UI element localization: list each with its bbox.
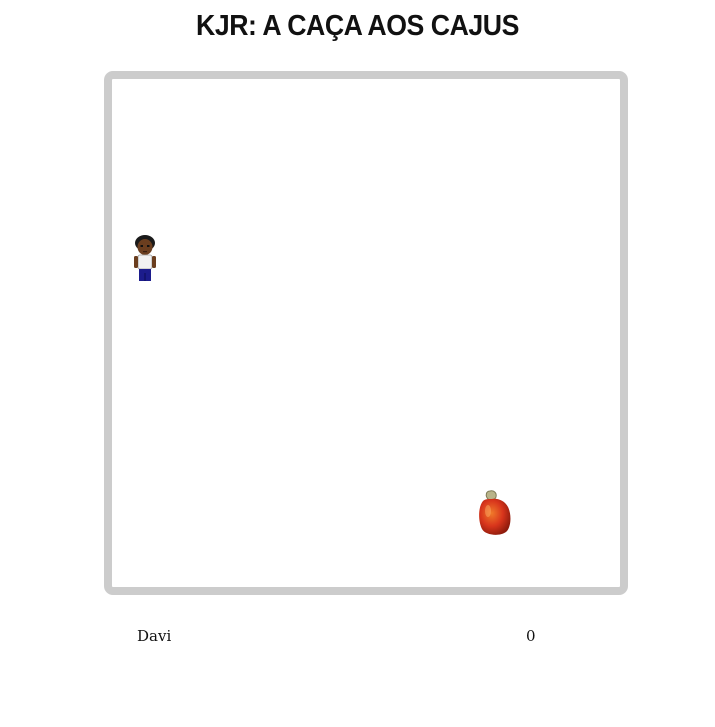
- game-title: KJR: A CAÇA AOS CAJUS: [196, 10, 519, 42]
- player-name: Davi: [137, 627, 172, 645]
- game-board[interactable]: [104, 71, 628, 595]
- game-page: KJR: A CAÇA AOS CAJUS Davi 0: [0, 0, 715, 727]
- cashew-fruit-icon[interactable]: [474, 487, 516, 539]
- player-score: 0: [526, 627, 536, 645]
- player-character-icon: [134, 235, 156, 281]
